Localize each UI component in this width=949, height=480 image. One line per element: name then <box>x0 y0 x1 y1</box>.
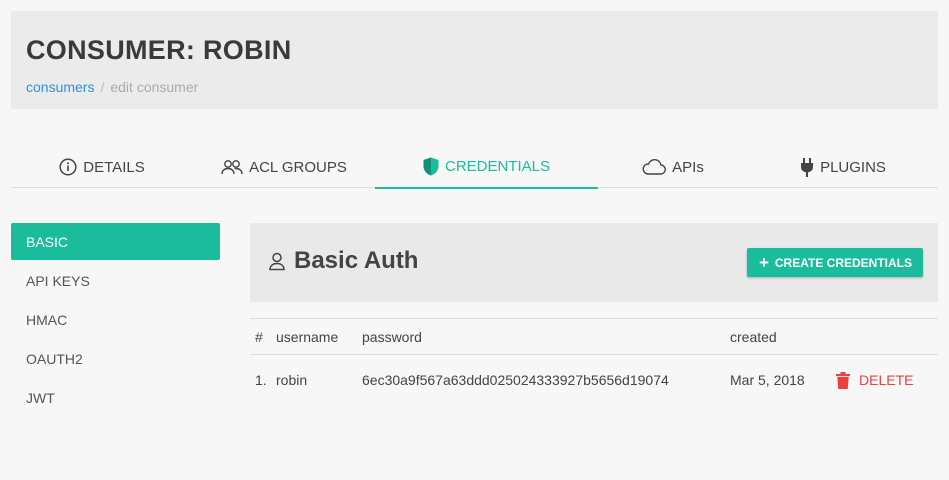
breadcrumb-current: edit consumer <box>110 79 199 95</box>
sidebar-item-jwt[interactable]: JWT <box>11 379 220 416</box>
row-action: DELETE <box>836 355 913 405</box>
tab-details[interactable]: DETAILS <box>11 146 193 188</box>
cloud-icon <box>642 159 667 175</box>
header-username: username <box>276 328 339 345</box>
user-icon <box>269 252 285 271</box>
credentials-table: # username password created 1. robin 6ec… <box>250 318 938 405</box>
breadcrumb-consumers-link[interactable]: consumers <box>26 79 94 95</box>
basic-auth-panel: Basic Auth + CREATE CREDENTIALS <box>250 223 938 302</box>
sidebar-item-hmac[interactable]: HMAC <box>11 301 220 338</box>
tab-apis[interactable]: APIs <box>598 146 748 188</box>
row-number: 1. <box>255 372 267 388</box>
tab-credentials[interactable]: CREDENTIALS <box>375 146 598 189</box>
delete-button[interactable]: DELETE <box>836 371 914 389</box>
page-title: CONSUMER: ROBIN <box>26 35 292 65</box>
tab-plugins[interactable]: PLUGINS <box>748 146 938 188</box>
table-header: # username password created <box>250 319 938 355</box>
create-credentials-label: CREATE CREDENTIALS <box>774 255 912 270</box>
users-icon <box>221 160 243 175</box>
tab-bar: DETAILS ACL GROUPS CREDENTIALS APIs PLUG… <box>11 146 938 189</box>
tab-credentials-label: CREDENTIALS <box>444 158 551 175</box>
row-username: robin <box>276 372 308 388</box>
sidebar-item-api-keys[interactable]: API KEYS <box>11 262 220 299</box>
table-row: 1. robin 6ec30a9f567a63ddd025024333927b5… <box>250 355 938 405</box>
tab-acl-groups[interactable]: ACL GROUPS <box>193 146 375 188</box>
header-created: created <box>730 328 777 345</box>
delete-label: DELETE <box>859 372 914 388</box>
tab-details-label: DETAILS <box>83 158 145 176</box>
credentials-sidebar: BASIC API KEYS HMAC OAUTH2 JWT <box>11 223 220 418</box>
create-credentials-button[interactable]: + CREATE CREDENTIALS <box>746 248 923 277</box>
row-password: 6ec30a9f567a63ddd025024333927b5656d19074 <box>362 372 669 388</box>
panel-title-text: Basic Auth <box>294 247 419 274</box>
info-circle-icon <box>59 158 77 176</box>
shield-icon <box>423 157 439 176</box>
page-header: CONSUMER: ROBIN consumers / edit consumer <box>11 11 938 109</box>
tab-apis-label: APIs <box>672 158 704 176</box>
plug-icon <box>801 157 814 177</box>
breadcrumb-separator: / <box>100 79 105 95</box>
sidebar-item-basic[interactable]: BASIC <box>11 223 220 260</box>
header-number: # <box>255 328 263 345</box>
plus-icon: + <box>758 253 769 272</box>
tab-acl-groups-label: ACL GROUPS <box>249 158 347 176</box>
breadcrumb: consumers / edit consumer <box>26 79 198 95</box>
panel-title: Basic Auth <box>268 247 418 275</box>
tab-plugins-label: PLUGINS <box>820 158 886 176</box>
header-password: password <box>362 328 422 345</box>
trash-icon <box>836 371 850 389</box>
sidebar-item-oauth2[interactable]: OAUTH2 <box>11 340 220 377</box>
row-created: Mar 5, 2018 <box>730 372 805 388</box>
